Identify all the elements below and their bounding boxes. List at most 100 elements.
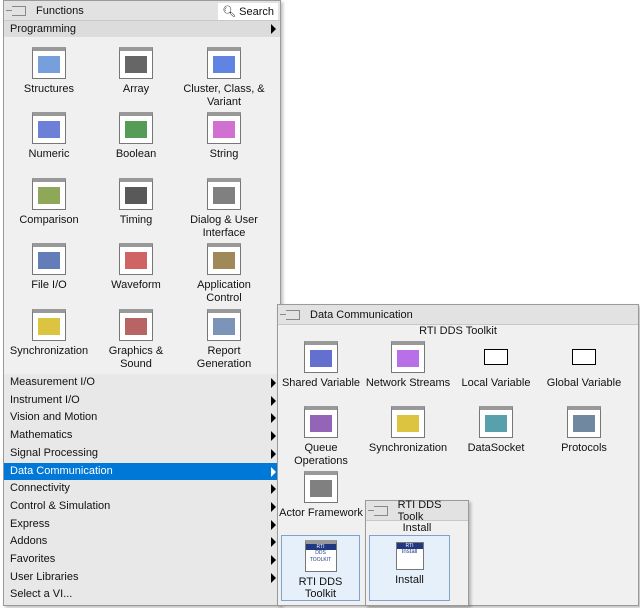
rti-header[interactable]: RTI DDS Toolk [366, 498, 468, 523]
report-icon [207, 309, 241, 341]
palette-item[interactable]: Network Streams [365, 341, 451, 390]
synchronization-icon [32, 309, 66, 341]
category-item[interactable]: Vision and Motion [4, 409, 280, 427]
category-item[interactable]: Measurement I/O [4, 374, 280, 392]
item-label: Install [395, 574, 424, 586]
palette-title: Data Communication [310, 308, 413, 321]
item-label: RTI DDS Toolkit [298, 576, 343, 600]
item-label: Application Control [197, 279, 251, 304]
section-label: Install [402, 522, 432, 534]
array-icon [119, 47, 153, 79]
palette-item[interactable]: Synchronization [6, 309, 92, 358]
pin-icon[interactable] [280, 309, 300, 320]
palette-item[interactable]: Timing [93, 178, 179, 227]
functions-header[interactable]: Functions 🔍︎ Search [4, 1, 280, 21]
category-item[interactable]: Data Communication [4, 462, 280, 481]
palette-item[interactable]: Waveform [93, 243, 179, 292]
item-label: Network Streams [365, 377, 451, 389]
functions-palette: Functions 🔍︎ Search Programming Structure… [3, 0, 281, 606]
submenu-arrow-icon [271, 378, 276, 388]
item-label: Synchronization [9, 345, 89, 357]
submenu-arrow-icon [271, 555, 276, 565]
palette-item[interactable]: Graphics & Sound [93, 309, 179, 371]
category-item[interactable]: Control & Simulation [4, 498, 280, 516]
item-label: File I/O [31, 279, 67, 291]
palette-item[interactable]: Report Generation [181, 309, 267, 371]
boolean-icon [119, 112, 153, 144]
palette-item[interactable]: Structures [6, 47, 92, 96]
item-label: Protocols [561, 442, 607, 454]
palette-item[interactable]: DataSocket [453, 406, 539, 455]
search-button[interactable]: 🔍︎ Search [218, 3, 278, 20]
category-item[interactable]: Connectivity [4, 480, 280, 498]
graphics-sound-icon [119, 309, 153, 341]
protocols-icon [567, 406, 601, 438]
palette-item[interactable]: Dialog & User Interface [181, 178, 267, 240]
palette-item[interactable]: Application Control [181, 243, 267, 305]
palette-title: RTI DDS Toolk [397, 498, 442, 523]
category-item[interactable]: Express [4, 516, 280, 534]
palette-item[interactable]: Protocols [541, 406, 627, 455]
palette-item[interactable]: File I/O [6, 243, 92, 292]
rti-dds-palette: RTI DDS Toolk Install RTI Install Instal… [365, 498, 469, 606]
category-item[interactable]: Instrument I/O [4, 392, 280, 410]
item-label: Timing [119, 214, 153, 226]
submenu-arrow-icon [271, 431, 276, 442]
submenu-arrow-icon [271, 395, 276, 406]
pin-icon[interactable] [368, 505, 388, 516]
comparison-icon [32, 178, 66, 210]
palette-item[interactable]: Actor Framework [278, 471, 364, 520]
palette-item[interactable]: Numeric [6, 112, 92, 161]
gear-icon [304, 471, 338, 503]
submenu-arrow-icon [271, 448, 276, 459]
category-item[interactable]: User Libraries [4, 569, 280, 587]
submenu-arrow-icon [271, 466, 276, 477]
palette-item[interactable]: Queue Operations [278, 406, 364, 468]
palette-item[interactable]: Local Variable [453, 341, 539, 390]
item-label: Queue Operations [294, 442, 348, 467]
item-label: Comparison [19, 214, 79, 226]
palette-title: Functions [36, 4, 84, 17]
app-control-icon [207, 243, 241, 275]
shared-variable-icon [304, 341, 338, 373]
category-item[interactable]: Signal Processing [4, 445, 280, 463]
palette-item[interactable]: Shared Variable [278, 341, 364, 390]
rti-dds-toolkit-item[interactable]: RTI DDS TOOLKIT RTI DDS Toolkit [281, 535, 360, 601]
category-item[interactable]: Favorites [4, 551, 280, 569]
item-label: Synchronization [368, 442, 448, 454]
programming-section[interactable]: Programming [4, 21, 280, 37]
item-label: DataSocket [467, 442, 525, 454]
submenu-arrow-icon [271, 537, 276, 548]
palette-item[interactable]: String [181, 112, 267, 161]
expand-arrow-icon [271, 24, 276, 34]
palette-item[interactable]: Array [93, 47, 179, 96]
category-item[interactable]: Addons [4, 533, 280, 551]
pin-icon[interactable] [6, 5, 26, 16]
structures-icon [32, 47, 66, 79]
synchronization-icon [391, 406, 425, 438]
item-label: Waveform [111, 279, 161, 291]
dialog-icon [207, 178, 241, 210]
data-communication-header[interactable]: Data Communication [278, 305, 638, 325]
submenu-arrow-icon [271, 572, 276, 583]
category-item[interactable]: Mathematics [4, 427, 280, 445]
category-item[interactable]: Select a VI... [4, 586, 280, 604]
palette-item[interactable]: Comparison [6, 178, 92, 227]
numeric-icon [32, 112, 66, 144]
submenu-arrow-icon [271, 413, 276, 424]
palette-item[interactable]: Synchronization [365, 406, 451, 455]
item-label: Structures [23, 83, 75, 95]
palette-item[interactable]: Global Variable [541, 341, 627, 390]
install-item[interactable]: RTI Install Install [369, 535, 450, 601]
search-icon: 🔍︎ [222, 6, 237, 18]
item-label: Shared Variable [281, 377, 361, 389]
file-io-icon [32, 243, 66, 275]
section-label: RTI DDS Toolkit [419, 325, 497, 337]
palette-item[interactable]: Boolean [93, 112, 179, 161]
item-label: Global Variable [546, 377, 622, 389]
network-streams-icon [391, 341, 425, 373]
waveform-icon [119, 243, 153, 275]
item-label: Actor Framework [279, 507, 363, 519]
palette-item[interactable]: Cluster, Class, & Variant [181, 47, 267, 109]
item-label: Array [122, 83, 150, 95]
